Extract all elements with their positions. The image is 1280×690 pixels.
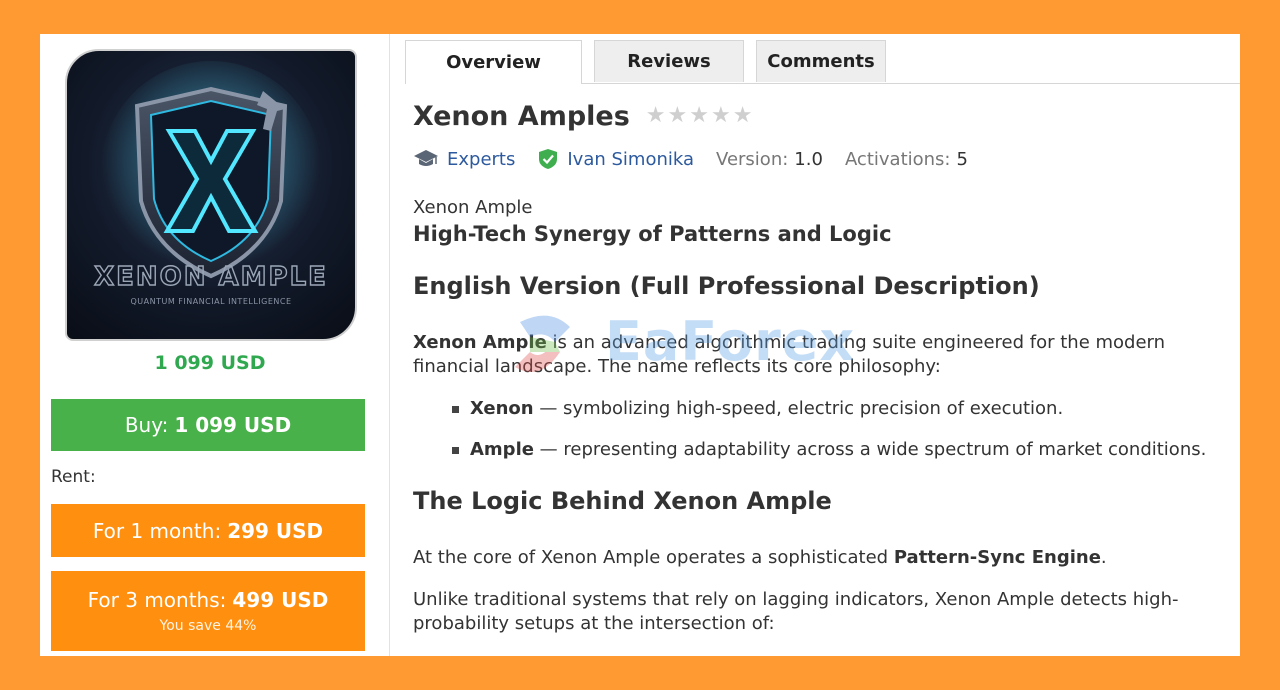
name-meaning-list: Xenon — symbolizing high-speed, electric… [413, 397, 1206, 479]
intro-bold: Xenon Ample [413, 332, 547, 353]
star-icon[interactable]: ★ [668, 105, 688, 127]
section-heading-english: English Version (Full Professional Descr… [413, 272, 1040, 300]
star-icon[interactable]: ★ [733, 105, 753, 127]
description-tagline: High-Tech Synergy of Patterns and Logic [413, 222, 892, 246]
logo-tagline: QUANTUM FINANCIAL INTELLIGENCE [130, 297, 291, 306]
rent-option-price: 499 USD [232, 588, 329, 612]
author-link[interactable]: Ivan Simonika [567, 149, 694, 170]
graduation-cap-icon [414, 150, 438, 166]
list-item: Xenon — symbolizing high-speed, electric… [413, 397, 1206, 438]
rent-1-month-button[interactable]: For 1 month: 299 USD [51, 504, 365, 557]
star-icon[interactable]: ★ [646, 105, 666, 127]
buy-label: Buy: [124, 413, 169, 437]
list-item: Ample — representing adaptability across… [413, 438, 1206, 479]
overview-content: Xenon Amples ★ ★ ★ ★ ★ Experts Ivan Simo… [413, 94, 1240, 635]
buy-button[interactable]: Buy: 1 099 USD [51, 399, 365, 451]
engine-end: . [1100, 547, 1107, 568]
bullet-term: Ample [470, 439, 534, 460]
tab-overview[interactable]: Overview [405, 40, 582, 84]
rent-option-label: For 3 months: [87, 588, 227, 612]
description-subtitle-name: Xenon Ample [413, 197, 533, 218]
tab-reviews[interactable]: Reviews [594, 40, 744, 82]
category-link[interactable]: Experts [447, 149, 515, 170]
product-title: Xenon Amples [413, 100, 630, 132]
section-heading-logic: The Logic Behind Xenon Ample [413, 487, 832, 515]
rent-option-label: For 1 month: [92, 518, 222, 543]
version-value: 1.0 [794, 148, 823, 170]
buy-price: 1 099 USD [174, 413, 292, 437]
bullet-text: — representing adaptability across a wid… [533, 439, 1207, 460]
star-icon[interactable]: ★ [689, 105, 709, 127]
product-price: 1 099 USD [154, 352, 266, 374]
version-label: Version: [716, 148, 789, 170]
rent-option-price: 299 USD [227, 518, 324, 543]
rent-savings-note: You save 44% [159, 618, 257, 634]
intro-paragraph: Xenon Ample is an advanced algorithmic t… [413, 331, 1233, 379]
product-logo-image: XENON AMPLE QUANTUM FINANCIAL INTELLIGEN… [65, 49, 357, 341]
engine-bold: Pattern-Sync Engine [893, 547, 1101, 568]
product-card: XENON AMPLE QUANTUM FINANCIAL INTELLIGEN… [40, 34, 1240, 656]
bullet-text: — symbolizing high-speed, electric preci… [533, 398, 1064, 419]
rating-stars[interactable]: ★ ★ ★ ★ ★ [646, 105, 753, 127]
engine-paragraph: At the core of Xenon Ample operates a so… [413, 546, 1233, 570]
star-icon[interactable]: ★ [711, 105, 731, 127]
verified-shield-icon [539, 149, 558, 169]
logo-wordmark: XENON AMPLE [94, 262, 328, 292]
activations-value: 5 [956, 148, 968, 170]
engine-text: At the core of Xenon Ample operates a so… [413, 547, 894, 568]
product-tabs: Overview Reviews Comments [405, 40, 1240, 84]
rent-label: Rent: [51, 467, 96, 487]
setup-paragraph: Unlike traditional systems that rely on … [413, 589, 1179, 634]
bullet-term: Xenon [470, 398, 534, 419]
product-meta: Experts Ivan Simonika Version: 1.0 Activ… [413, 144, 1240, 174]
rent-3-months-button[interactable]: For 3 months: 499 USD You save 44% [51, 571, 365, 651]
purchase-sidebar: XENON AMPLE QUANTUM FINANCIAL INTELLIGEN… [40, 34, 390, 656]
activations-label: Activations: [844, 148, 951, 170]
tab-comments[interactable]: Comments [756, 40, 886, 82]
